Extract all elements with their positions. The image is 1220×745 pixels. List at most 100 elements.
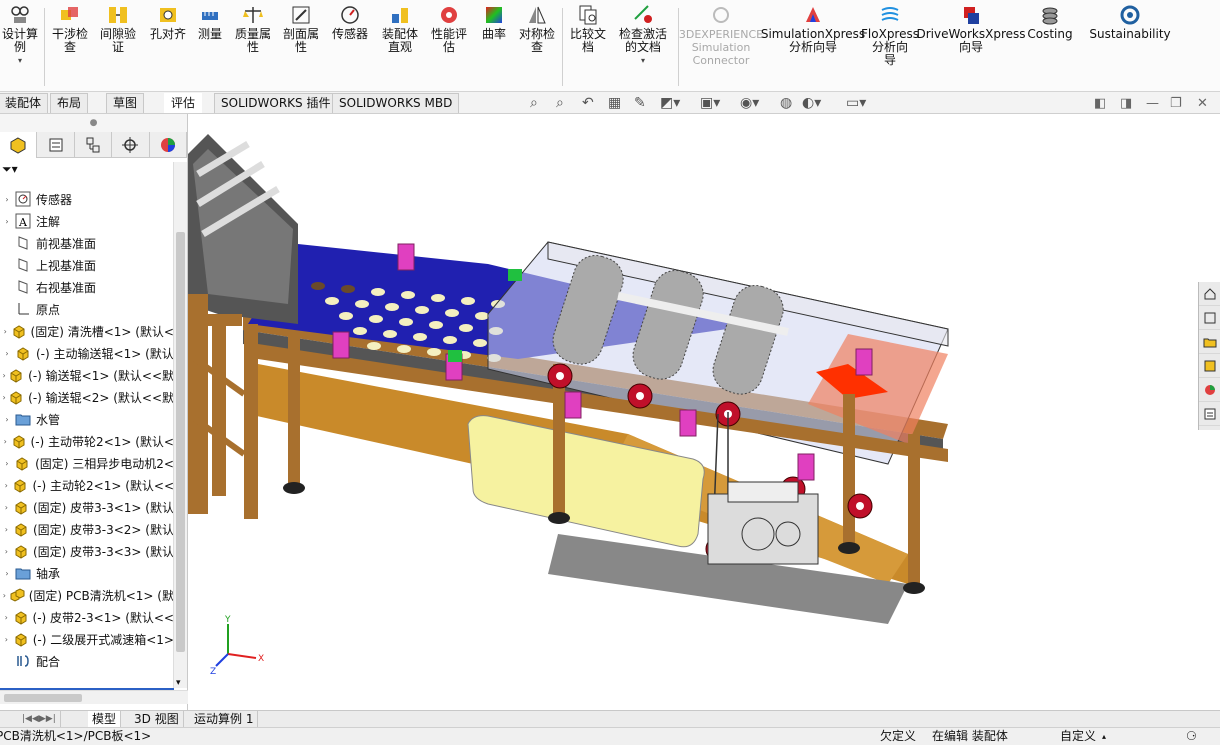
tree-item[interactable]: 原点 — [0, 298, 174, 320]
scroll-thumb[interactable] — [176, 232, 185, 652]
driveworksxpress-button[interactable]: DriveWorksXpress 向导 — [916, 4, 1026, 54]
tree-item[interactable]: › (-) 输送辊<1> (默认<<默 — [0, 364, 174, 386]
scroll-thumb[interactable] — [4, 694, 82, 702]
feature-manager-tab[interactable] — [0, 132, 38, 158]
mass-properties-button[interactable]: 质量属 性 — [232, 4, 274, 54]
symmetry-check-button[interactable]: 对称检 查 — [516, 4, 558, 54]
view-orientation-icon[interactable]: ◩▾ — [660, 95, 680, 111]
sustainability-button[interactable]: Sustainability — [1089, 4, 1171, 41]
restore-right-icon[interactable]: ◨ — [1120, 96, 1132, 111]
expand-arrow-icon[interactable]: › — [0, 569, 14, 578]
pcb-washer-model[interactable]: Y X Z — [188, 114, 1220, 710]
tree-item[interactable]: › (-) 二级展开式减速箱<1> — [0, 628, 174, 650]
zoom-to-fit-icon[interactable]: ⌕ — [530, 95, 538, 111]
expand-arrow-icon[interactable]: › — [0, 525, 13, 534]
tree-item[interactable]: › (固定) PCB清洗机<1> (默 — [0, 584, 174, 606]
tab-solidworks-addins[interactable]: SOLIDWORKS 插件 — [214, 93, 338, 113]
tab-evaluate[interactable]: 评估 — [164, 93, 203, 113]
custom-properties-icon[interactable] — [1199, 402, 1220, 426]
panel-grip[interactable]: ● — [0, 114, 187, 132]
home-icon[interactable] — [1199, 282, 1220, 306]
maximize-icon[interactable]: ❐ — [1170, 96, 1182, 111]
tree-item[interactable]: 右视基准面 — [0, 276, 174, 298]
tree-item[interactable]: › (-) 输送辊<2> (默认<<默 — [0, 386, 174, 408]
expand-arrow-icon[interactable]: › — [0, 481, 12, 490]
tree-item[interactable]: 前视基准面 — [0, 232, 174, 254]
tree-vertical-scrollbar[interactable]: ▾ — [173, 162, 187, 688]
curvature-button[interactable]: 曲率 — [478, 4, 510, 41]
restore-left-icon[interactable]: ◧ — [1094, 96, 1106, 111]
design-library-icon[interactable] — [1199, 306, 1220, 330]
3dexperience-simulation-connector-button[interactable]: 3DEXPERIENCE Simulation Connector — [679, 4, 763, 67]
tree-item[interactable]: › 轴承 — [0, 562, 174, 584]
help-tooltip-icon[interactable]: ⚆ — [1186, 728, 1197, 745]
expand-arrow-icon[interactable]: › — [0, 591, 9, 600]
expand-arrow-icon[interactable]: › — [0, 459, 14, 468]
tree-item[interactable]: › 水管 — [0, 408, 174, 430]
expand-arrow-icon[interactable]: › — [0, 503, 13, 512]
tree-item[interactable]: › A 注解 — [0, 210, 174, 232]
graphics-area[interactable]: Y X Z — [188, 114, 1220, 710]
measure-button[interactable]: 测量 — [194, 4, 226, 41]
tree-item[interactable]: › (-) 主动轮2<1> (默认<< — [0, 474, 174, 496]
dropdown-caret-icon[interactable]: ▾ — [641, 54, 645, 67]
tree-item[interactable]: › 传感器 — [0, 188, 174, 210]
edit-appearance-icon[interactable]: ◍ — [780, 95, 792, 111]
tree-item[interactable]: › (-) 主动输送辊<1> (默认 — [0, 342, 174, 364]
view-settings-icon[interactable]: ▭▾ — [846, 95, 866, 111]
simulationxpress-button[interactable]: SimulationXpress 分析向导 — [761, 4, 865, 54]
view-palette-icon[interactable] — [1199, 354, 1220, 378]
previous-view-icon[interactable]: ↶ — [582, 95, 594, 111]
tab-solidworks-mbd[interactable]: SOLIDWORKS MBD — [332, 93, 460, 113]
expand-arrow-icon[interactable]: › — [0, 437, 11, 446]
scroll-down-icon[interactable]: ▾ — [176, 678, 181, 688]
expand-arrow-icon[interactable]: › — [0, 415, 14, 424]
close-icon[interactable]: ✕ — [1197, 96, 1208, 111]
tree-item[interactable]: › (固定) 皮带3-3<1> (默认 — [0, 496, 174, 518]
tab-3d-views[interactable]: 3D 视图 — [130, 711, 184, 728]
display-manager-tab[interactable] — [150, 132, 188, 158]
tree-item[interactable]: 上视基准面 — [0, 254, 174, 276]
expand-arrow-icon[interactable]: › — [0, 635, 13, 644]
tree-item[interactable]: › (固定) 清洗槽<1> (默认< — [0, 320, 174, 342]
performance-evaluation-button[interactable]: 性能评 估 — [428, 4, 470, 54]
tab-assembly[interactable]: 装配体 — [0, 93, 49, 113]
dropdown-caret-icon[interactable]: ▾ — [18, 54, 22, 67]
check-active-document-button[interactable]: 检查激活 的文档 ▾ — [614, 4, 672, 67]
tree-item[interactable]: › (-) 皮带2-3<1> (默认<< — [0, 606, 174, 628]
floxpress-button[interactable]: FloXpress 分析向 导 — [861, 4, 919, 67]
expand-arrow-icon[interactable]: › — [0, 195, 14, 204]
assembly-visualization-button[interactable]: 装配体 直观 — [378, 4, 422, 54]
tree-item[interactable]: › (固定) 三相异步电动机2< — [0, 452, 174, 474]
status-units[interactable]: 自定义 — [1060, 728, 1096, 745]
property-manager-tab[interactable] — [37, 132, 75, 158]
clearance-verify-button[interactable]: 间隙验 证 — [98, 4, 138, 54]
section-properties-button[interactable]: 剖面属 性 — [280, 4, 322, 54]
design-study-button[interactable]: 设计算 例 ▾ — [0, 4, 40, 67]
tree-item[interactable]: › (-) 主动带轮2<1> (默认< — [0, 430, 174, 452]
tab-layout[interactable]: 布局 — [50, 93, 89, 113]
interference-check-button[interactable]: 干涉检 查 — [50, 4, 90, 54]
zoom-to-area-icon[interactable]: ⌕ — [556, 95, 564, 111]
tree-horizontal-scrollbar[interactable] — [0, 690, 188, 704]
display-style-icon[interactable]: ▣▾ — [700, 95, 720, 111]
dimxpert-manager-tab[interactable] — [112, 132, 150, 158]
minimize-icon[interactable]: — — [1146, 96, 1159, 111]
tree-filter[interactable]: ⏷▾ — [0, 158, 187, 180]
tree-item[interactable]: › (固定) 皮带3-3<3> (默认 — [0, 540, 174, 562]
dynamic-annotation-icon[interactable]: ✎ — [634, 95, 646, 111]
apply-scene-icon[interactable]: ◐▾ — [802, 95, 821, 111]
filter-icon[interactable]: ⏷▾ — [2, 162, 18, 176]
expand-arrow-icon[interactable]: › — [0, 371, 8, 380]
tree-item[interactable]: › (固定) 皮带3-3<2> (默认 — [0, 518, 174, 540]
expand-arrow-icon[interactable]: › — [0, 393, 8, 402]
expand-arrow-icon[interactable]: › — [0, 547, 13, 556]
sensor-button[interactable]: 传感器 — [328, 4, 372, 41]
units-caret-icon[interactable]: ▴ — [1102, 728, 1106, 745]
costing-button[interactable]: Costing — [1026, 4, 1074, 41]
expand-arrow-icon[interactable]: › — [0, 349, 14, 358]
file-explorer-icon[interactable] — [1199, 330, 1220, 354]
hide-show-items-icon[interactable]: ◉▾ — [740, 95, 759, 111]
section-view-icon[interactable]: ▦ — [608, 95, 621, 111]
compare-documents-button[interactable]: 比较文 档 — [566, 4, 610, 54]
